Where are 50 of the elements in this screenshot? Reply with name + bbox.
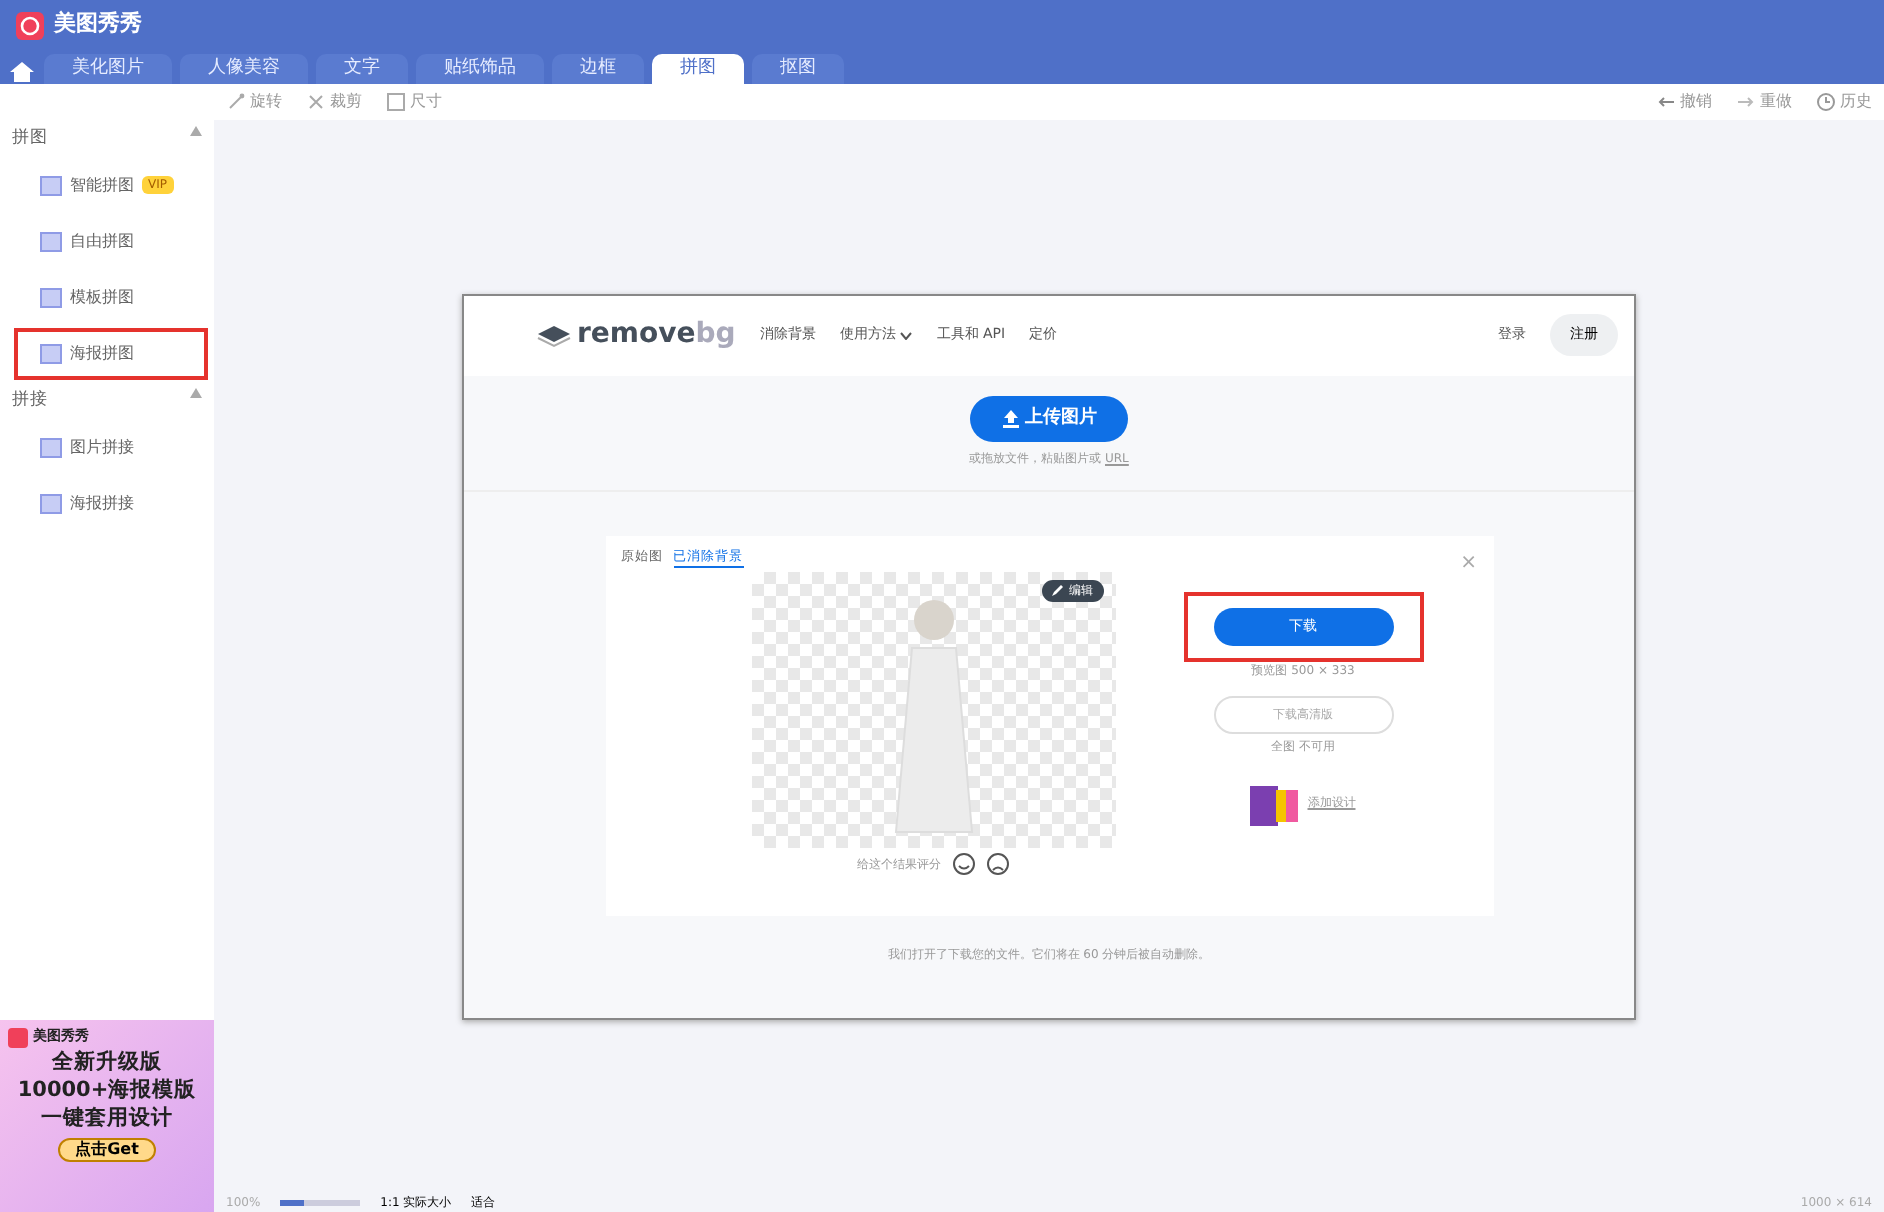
promo-button[interactable]: 点击Get [57,1137,157,1163]
picture-frame-icon [40,493,62,513]
smile-face-icon[interactable] [951,852,975,876]
app-logo-icon [8,1028,28,1048]
tab[interactable]: 拼图 [652,54,744,84]
undo-arrow-icon [1656,92,1676,112]
picture-frame-icon [40,287,62,308]
frame-icon [386,92,406,112]
logo-text: removebg [577,316,736,354]
clock-icon [1816,92,1836,112]
scissors-icon [306,92,326,112]
chevron-down-icon [900,331,913,339]
section-title: 拼接 [12,387,48,413]
home-icon[interactable] [8,60,36,84]
promo-text: 全新升级版 [50,1048,164,1077]
tab[interactable]: 贴纸饰品 [416,54,544,84]
upload-button[interactable]: 上传图片 [969,395,1129,443]
picture-frame-icon [40,231,62,252]
picture-frame-icon [40,437,62,457]
toolbar-button[interactable]: 旋转 [214,90,294,114]
sidebar-item[interactable]: 模板拼图 [0,269,214,326]
toolbar-button[interactable]: 重做 [1724,90,1804,114]
layers-logo-icon [536,323,572,347]
promo-text: 10000+海报模版 [15,1076,199,1105]
sidebar-item[interactable]: 自由拼图 [0,213,214,270]
pencil-icon [1052,584,1064,596]
toolbar-button[interactable]: 裁剪 [294,90,374,114]
tab[interactable]: 抠图 [752,54,844,84]
sidebar-item[interactable]: 海报拼图 [12,325,210,382]
tab[interactable]: 美化图片 [44,54,172,84]
design-cards-icon [1250,781,1303,825]
toolbar-button[interactable]: 尺寸 [374,90,454,114]
toolbar-button[interactable]: 撤销 [1644,90,1724,114]
section-title: 拼图 [12,126,48,152]
picture-frame-icon [40,343,62,364]
sidebar-item[interactable]: 海报拼接 [0,475,214,531]
tab[interactable]: 边框 [552,54,644,84]
zoom-slider-fill[interactable] [280,1199,305,1205]
tab[interactable]: 文字 [316,54,408,84]
tab[interactable]: 人像美容 [180,54,308,84]
redo-arrow-icon [1736,92,1756,112]
sidebar-item[interactable]: 图片拼接 [0,419,214,475]
picture-frame-icon [40,175,62,196]
rotate-icon [226,92,246,112]
app-title: 美图秀秀 [54,8,142,41]
toolbar-button[interactable]: 历史 [1804,90,1884,114]
upload-icon [1001,410,1020,428]
frown-face-icon[interactable] [985,852,1009,876]
promo-text: 一键套用设计 [39,1104,175,1134]
app-logo-icon [16,11,44,39]
